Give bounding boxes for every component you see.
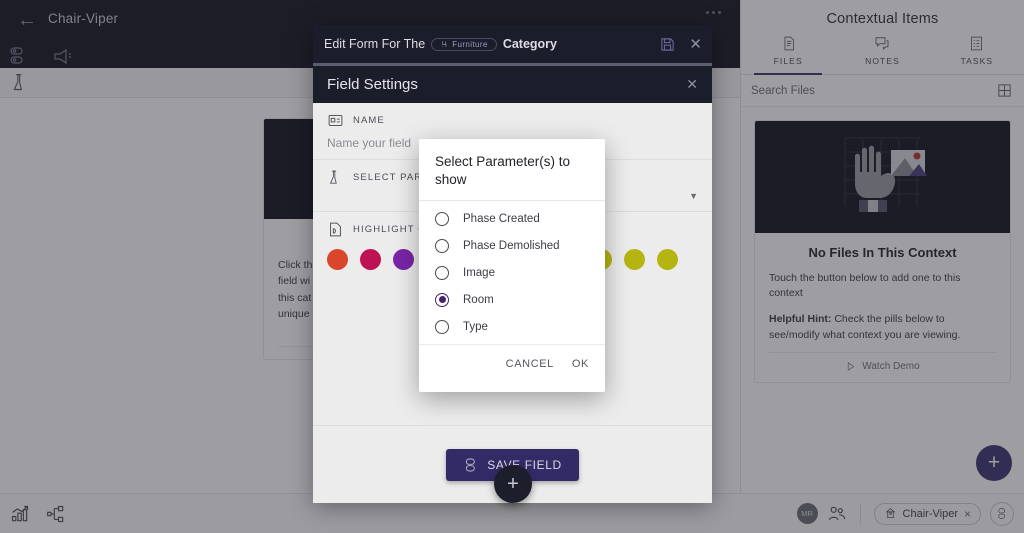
save-disk-icon[interactable] <box>660 37 675 52</box>
plus-icon: + <box>507 472 519 495</box>
name-field-label-row: NAME <box>313 103 712 134</box>
ok-button[interactable]: OK <box>572 358 589 370</box>
parameter-option-label: Phase Created <box>463 212 540 225</box>
edit-form-actions: ✕ <box>660 35 702 53</box>
field-settings-title: Field Settings <box>327 76 418 93</box>
parameter-icon <box>327 169 344 186</box>
add-field-fab[interactable]: + <box>494 465 532 503</box>
close-icon[interactable]: ✕ <box>689 35 702 53</box>
parameter-options-list: Phase Created Phase Demolished Image Room Ty… <box>419 201 605 344</box>
name-field-label: NAME <box>353 115 385 126</box>
parameter-option[interactable]: Type <box>419 313 605 340</box>
parameter-option[interactable]: Phase Created <box>419 205 605 232</box>
color-swatch[interactable] <box>393 249 414 270</box>
radio-button[interactable] <box>435 238 449 253</box>
color-page-icon <box>327 221 344 238</box>
parameter-option-label: Room <box>463 293 494 306</box>
parameter-select-dialog: Select Parameter(s) to show Phase Create… <box>419 139 605 392</box>
dialog-actions: CANCEL OK <box>419 344 605 382</box>
edit-form-title-prefix: Edit Form For The <box>324 37 426 51</box>
id-card-icon <box>327 112 344 129</box>
edit-form-title-suffix: Category <box>502 37 557 51</box>
parameter-option[interactable]: Image <box>419 259 605 286</box>
parameter-option-label: Image <box>463 266 495 279</box>
color-swatch[interactable] <box>657 249 678 270</box>
furniture-icon <box>440 40 448 48</box>
parameter-option[interactable]: Phase Demolished <box>419 232 605 259</box>
color-swatch[interactable] <box>360 249 381 270</box>
field-settings-header: Field Settings ✕ <box>313 63 712 103</box>
color-swatch[interactable] <box>624 249 645 270</box>
parameter-option-label: Type <box>463 320 488 333</box>
radio-button[interactable] <box>435 319 449 334</box>
category-pill[interactable]: Furniture <box>431 37 497 51</box>
dialog-title: Select Parameter(s) to show <box>419 139 605 202</box>
save-field-icon <box>463 457 479 473</box>
parameter-option-label: Phase Demolished <box>463 239 560 252</box>
category-pill-label: Furniture <box>452 39 488 49</box>
chevron-down-icon: ▼ <box>689 191 698 201</box>
color-swatch[interactable] <box>327 249 348 270</box>
radio-button[interactable] <box>435 292 449 307</box>
radio-button[interactable] <box>435 211 449 226</box>
cancel-button[interactable]: CANCEL <box>506 358 554 370</box>
app-root: No Fi Click th field wi this cat unique … <box>0 0 1024 533</box>
parameter-option[interactable]: Room <box>419 286 605 313</box>
close-icon[interactable]: ✕ <box>686 76 698 93</box>
edit-form-header: Edit Form For The Furniture Category ✕ <box>313 25 712 63</box>
radio-button[interactable] <box>435 265 449 280</box>
